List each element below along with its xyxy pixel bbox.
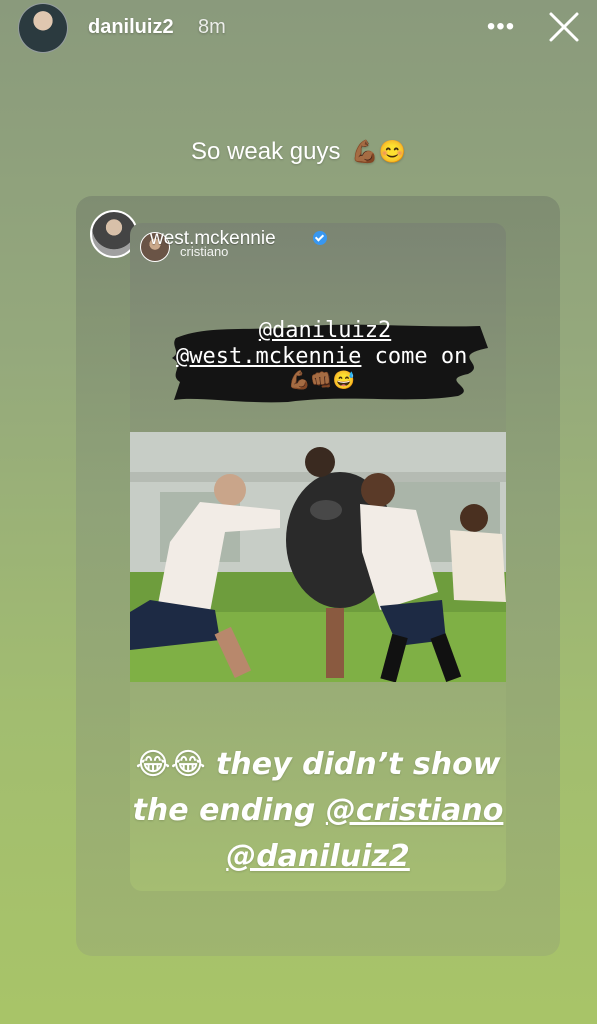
post-caption: 😂😂 they didn’t show the ending @cristian…: [130, 742, 506, 880]
post-caption-text1: they didn’t show: [205, 747, 501, 782]
laughing-emojis: 😂😂: [135, 747, 206, 782]
story-caption-text: So weak guys: [191, 138, 341, 165]
post-caption-line1: 😂😂 they didn’t show: [130, 742, 506, 788]
brush-mention-line1[interactable]: @daniluiz2: [0, 318, 597, 343]
post-caption-text2: the ending: [132, 793, 326, 828]
story-username[interactable]: daniluiz2: [88, 16, 174, 39]
post-caption-line3: @daniluiz2: [130, 834, 506, 880]
brush-emojis: 💪🏾👊🏾😅: [288, 370, 356, 390]
post-sub-username: cristiano: [180, 244, 229, 259]
avatar[interactable]: [18, 3, 68, 53]
mention-daniluiz2-caption[interactable]: @daniluiz2: [226, 839, 410, 874]
mention-cristiano[interactable]: @cristiano: [326, 793, 504, 828]
story-caption-emojis: 💪🏾😊: [351, 139, 406, 164]
training-photo-illustration: [130, 432, 506, 682]
mention-daniluiz2[interactable]: @daniluiz2: [259, 318, 391, 343]
verified-badge-icon: [313, 231, 327, 245]
post-photo[interactable]: [130, 432, 506, 682]
brush-line2: @west.mckennie come on: [176, 344, 467, 369]
story-header: daniluiz2 8m •••: [0, 0, 597, 60]
mention-west-mckennie[interactable]: @west.mckennie: [176, 344, 361, 369]
close-icon[interactable]: [545, 8, 583, 46]
brush-line2-text: come on: [361, 344, 468, 369]
more-icon[interactable]: •••: [484, 12, 518, 42]
post-caption-line2: the ending @cristiano: [130, 788, 506, 834]
story-time-ago: 8m: [198, 16, 226, 38]
story-caption: So weak guys 💪🏾😊: [0, 138, 597, 166]
